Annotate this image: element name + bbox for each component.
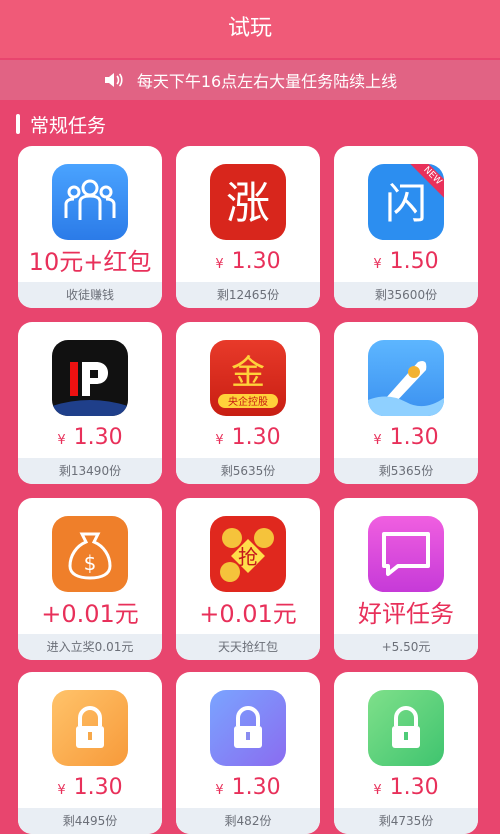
task-card[interactable]: ¥1.30 剩4495份 bbox=[18, 672, 162, 834]
task-card[interactable]: 好评任务 +5.50元 bbox=[334, 498, 478, 660]
card-footer: +5.50元 bbox=[334, 634, 478, 660]
task-card[interactable]: 金 央企控股 ¥1.30 剩5635份 bbox=[176, 322, 320, 484]
lock-icon bbox=[52, 690, 128, 766]
red-packet-icon: 抢 bbox=[210, 516, 286, 592]
svg-text:涨: 涨 bbox=[226, 178, 270, 229]
money-bag-icon: $ bbox=[52, 516, 128, 592]
remaining-count: 剩4735份 bbox=[334, 808, 478, 834]
task-card[interactable]: ¥1.30 剩482份 bbox=[176, 672, 320, 834]
page-title: 试玩 bbox=[0, 0, 500, 58]
svg-text:央企控股: 央企控股 bbox=[228, 395, 268, 408]
price-label: ¥1.30 bbox=[215, 775, 281, 800]
svg-text:$: $ bbox=[84, 551, 97, 575]
task-card[interactable]: ¥1.30 剩13490份 bbox=[18, 322, 162, 484]
reward-label: 10元+红包 bbox=[28, 248, 152, 276]
remaining-count: 剩482份 bbox=[176, 808, 320, 834]
speaker-icon bbox=[104, 73, 123, 87]
task-card[interactable]: $ +0.01元 进入立奖0.01元 bbox=[18, 498, 162, 660]
price-label: ¥1.30 bbox=[215, 249, 281, 274]
task-card[interactable]: 抢 +0.01元 天天抢红包 bbox=[176, 498, 320, 660]
remaining-count: 剩4495份 bbox=[18, 808, 162, 834]
svg-text:闪: 闪 bbox=[385, 179, 427, 228]
lock-icon bbox=[210, 690, 286, 766]
remaining-count: 剩5365份 bbox=[334, 458, 478, 484]
lock-icon bbox=[368, 690, 444, 766]
price-label: ¥1.30 bbox=[57, 775, 123, 800]
ip-app-icon bbox=[52, 340, 128, 416]
remaining-count: 剩35600份 bbox=[334, 282, 478, 308]
task-card[interactable]: 涨 ¥1.30 剩12465份 bbox=[176, 146, 320, 308]
price-label: ¥1.30 bbox=[373, 425, 439, 450]
people-icon bbox=[52, 164, 128, 240]
section-title-text: 常规任务 bbox=[30, 114, 107, 137]
section-title: 常规任务 bbox=[16, 108, 106, 140]
reward-label: +0.01元 bbox=[199, 600, 297, 628]
rocket-app-icon bbox=[368, 340, 444, 416]
remaining-count: 剩12465份 bbox=[176, 282, 320, 308]
price-label: ¥1.30 bbox=[57, 425, 123, 450]
jin-app-icon: 金 央企控股 bbox=[210, 340, 286, 416]
card-footer: 收徒赚钱 bbox=[18, 282, 162, 308]
price-label: ¥1.50 bbox=[373, 249, 439, 274]
price-label: ¥1.30 bbox=[373, 775, 439, 800]
task-card[interactable]: 10元+红包 收徒赚钱 bbox=[18, 146, 162, 308]
shan-app-icon: 闪 NEW bbox=[368, 164, 444, 240]
remaining-count: 剩13490份 bbox=[18, 458, 162, 484]
task-card[interactable]: ¥1.30 剩4735份 bbox=[334, 672, 478, 834]
svg-text:金: 金 bbox=[231, 353, 265, 393]
card-footer: 进入立奖0.01元 bbox=[18, 634, 162, 660]
reward-label: +0.01元 bbox=[41, 600, 139, 628]
reward-label: 好评任务 bbox=[358, 600, 454, 628]
card-footer: 天天抢红包 bbox=[176, 634, 320, 660]
chat-icon bbox=[368, 516, 444, 592]
zhang-app-icon: 涨 bbox=[210, 164, 286, 240]
section-marker bbox=[16, 114, 20, 134]
remaining-count: 剩5635份 bbox=[176, 458, 320, 484]
notice-bar: 每天下午16点左右大量任务陆续上线 bbox=[0, 60, 500, 100]
price-label: ¥1.30 bbox=[215, 425, 281, 450]
svg-text:抢: 抢 bbox=[238, 545, 258, 569]
notice-text: 每天下午16点左右大量任务陆续上线 bbox=[136, 72, 398, 91]
task-card[interactable]: ¥1.30 剩5365份 bbox=[334, 322, 478, 484]
task-card[interactable]: 闪 NEW ¥1.50 剩35600份 bbox=[334, 146, 478, 308]
